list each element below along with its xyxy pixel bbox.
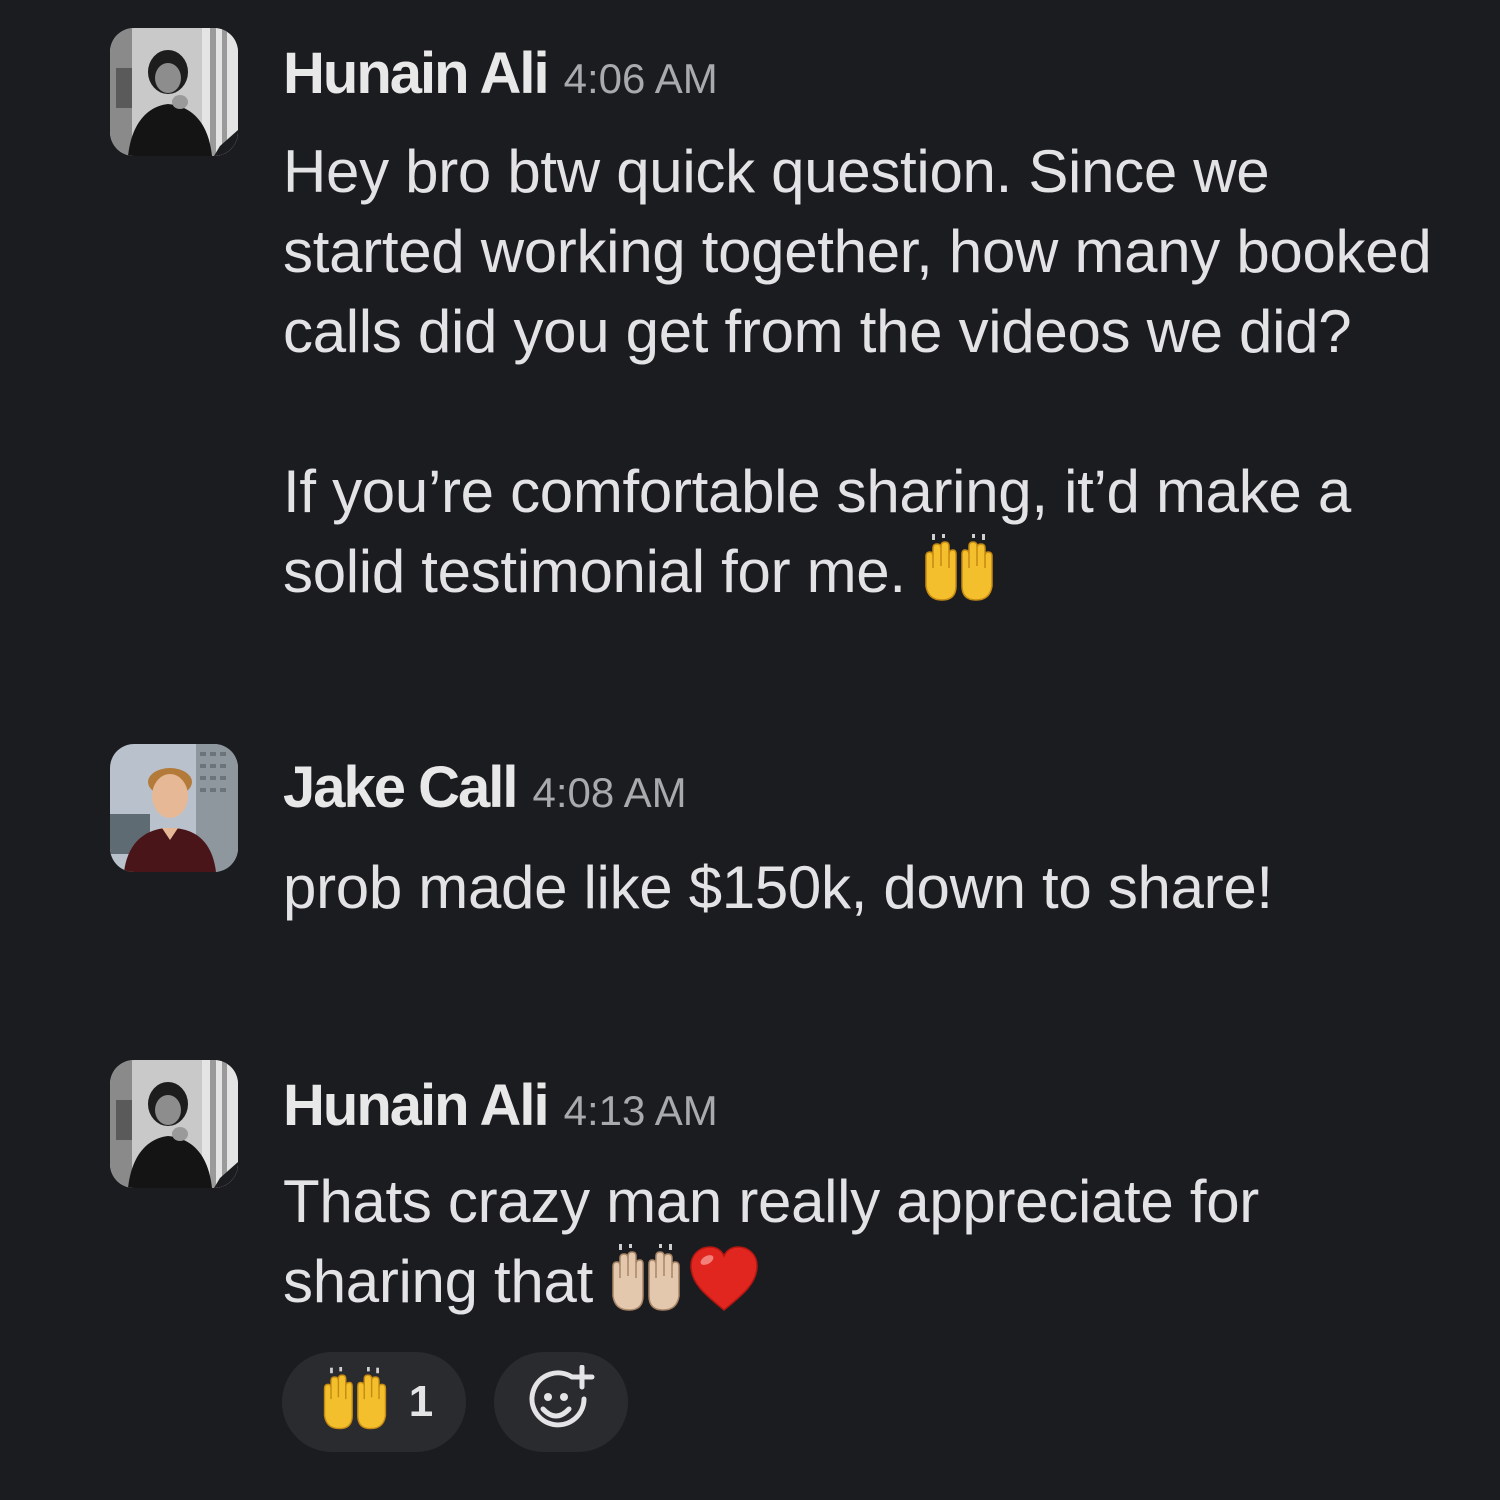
- message-header: Hunain Ali 4:06 AM: [283, 40, 718, 107]
- author-name[interactable]: Jake Call: [283, 754, 519, 821]
- avatar-hunain-ali[interactable]: [110, 1060, 238, 1188]
- message-body: Hey bro btw quick question. Since we sta…: [283, 138, 1432, 605]
- message-text: Thats crazy man really appreciate for sh…: [283, 1162, 1463, 1334]
- reactions-bar: 1: [282, 1352, 628, 1452]
- add-reaction-button[interactable]: [494, 1352, 628, 1452]
- raising-hands-emoji: [920, 532, 998, 624]
- message-header: Jake Call 4:08 AM: [283, 754, 687, 821]
- message-body: Thats crazy man really appreciate for sh…: [283, 1168, 1276, 1315]
- avatar-hunain-ali[interactable]: [110, 28, 238, 156]
- author-name[interactable]: Hunain Ali: [283, 40, 550, 107]
- message-text: Hey bro btw quick question. Since we sta…: [283, 132, 1463, 624]
- raising-hands-icon: [319, 1365, 391, 1438]
- raising-hands-light-skin-emoji: [607, 1242, 685, 1334]
- reaction-raising-hands[interactable]: 1: [282, 1352, 466, 1452]
- red-heart-emoji: [687, 1244, 761, 1334]
- timestamp[interactable]: 4:08 AM: [533, 769, 687, 817]
- add-reaction-icon: [526, 1364, 596, 1440]
- timestamp[interactable]: 4:06 AM: [564, 55, 718, 103]
- avatar-jake-call[interactable]: [110, 744, 238, 872]
- author-name[interactable]: Hunain Ali: [283, 1072, 550, 1139]
- reaction-count: 1: [408, 1377, 434, 1426]
- timestamp[interactable]: 4:13 AM: [564, 1087, 718, 1135]
- message-header: Hunain Ali 4:13 AM: [283, 1072, 718, 1139]
- message-text: prob made like $150k, down to share!: [283, 848, 1283, 928]
- message-body: prob made like $150k, down to share!: [283, 854, 1273, 921]
